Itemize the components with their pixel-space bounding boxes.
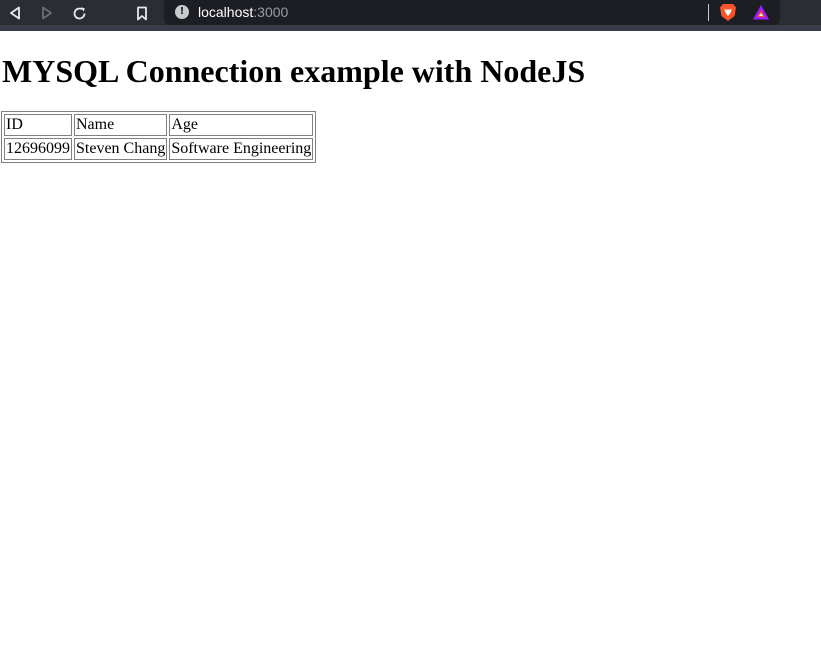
- url-host: localhost: [198, 4, 254, 20]
- page-content: MYSQL Connection example with NodeJS ID …: [0, 53, 821, 163]
- bookmark-button[interactable]: [132, 4, 152, 22]
- table-header-cell: ID: [4, 114, 72, 136]
- users-table: ID Name Age 12696099 Steven Chang Softwa…: [1, 111, 317, 163]
- table-cell: Software Engineering: [169, 138, 314, 160]
- table-header-cell: Name: [74, 114, 168, 136]
- bookmark-icon: [137, 6, 147, 20]
- browser-toolbar: ! localhost:3000: [0, 0, 821, 31]
- toolbar-bottom-strip: [0, 25, 821, 31]
- table-header-row: ID Name Age: [4, 114, 314, 136]
- reload-icon: [73, 6, 85, 19]
- table-row: 12696099 Steven Chang Software Engineeri…: [4, 138, 314, 160]
- site-info-icon[interactable]: !: [175, 5, 189, 19]
- address-divider: [708, 4, 709, 21]
- forward-icon: [42, 6, 52, 20]
- table-header-cell: Age: [169, 114, 314, 136]
- reload-button[interactable]: [69, 4, 89, 22]
- back-button[interactable]: [5, 4, 25, 22]
- brave-shields-button[interactable]: [719, 3, 737, 22]
- back-icon: [10, 6, 20, 20]
- forward-button[interactable]: [37, 4, 57, 22]
- table-cell: 12696099: [4, 138, 72, 160]
- brave-rewards-button[interactable]: [752, 4, 770, 21]
- brave-rewards-icon: [753, 5, 769, 20]
- brave-shields-icon: [720, 4, 736, 21]
- url-text[interactable]: localhost:3000: [198, 4, 288, 21]
- address-bar[interactable]: ! localhost:3000: [164, 0, 780, 25]
- page-title: MYSQL Connection example with NodeJS: [2, 53, 586, 89]
- url-port: :3000: [253, 4, 289, 20]
- table-cell: Steven Chang: [74, 138, 168, 160]
